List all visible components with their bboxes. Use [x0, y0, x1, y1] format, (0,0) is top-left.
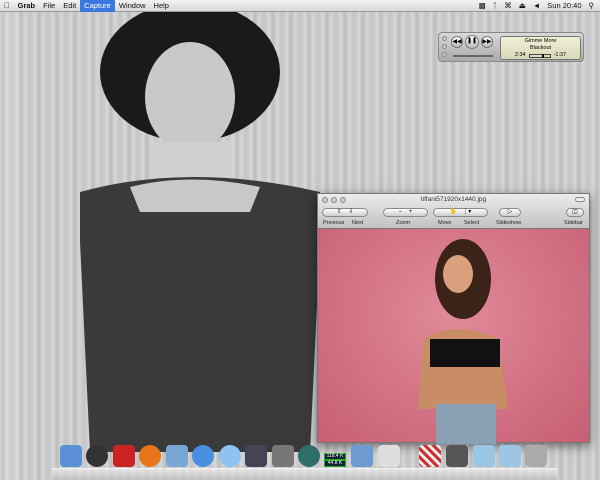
next-label: Next [352, 220, 364, 226]
wifi-icon[interactable]: ⌘ [504, 1, 512, 10]
volume-icon[interactable]: ◄ [533, 1, 540, 10]
pause-button[interactable]: ❚❚ [465, 35, 479, 49]
track-artist: Blackout [529, 45, 552, 51]
image-view[interactable] [318, 229, 589, 444]
rewind-button[interactable]: ◀◀ [451, 36, 463, 48]
track-title: Gimme More [524, 38, 557, 44]
sidebar-label: Sidebar [564, 220, 583, 226]
slideshow-button[interactable]: ▷ [499, 208, 521, 217]
finder-icon[interactable] [60, 445, 82, 467]
menu-app-grab[interactable]: Grab [14, 0, 40, 12]
downloads-folder-icon[interactable] [499, 445, 521, 467]
spotlight-icon[interactable]: ⚲ [589, 1, 595, 10]
photos-stack-icon[interactable] [446, 445, 468, 467]
spaces-icon[interactable] [245, 445, 267, 467]
system-preferences-icon[interactable] [272, 445, 294, 467]
progress-bar[interactable] [528, 53, 551, 58]
menu-window[interactable]: Window [115, 0, 150, 12]
bluetooth-icon[interactable]: ᛏ [493, 1, 498, 10]
dock: 118.4 K 44.8 K [52, 443, 557, 480]
toolbar-toggle-button[interactable] [575, 197, 585, 202]
menu-edit[interactable]: Edit [59, 0, 80, 12]
zoom-buttons[interactable]: − + [383, 208, 428, 217]
lcd-display: Gimme More Blackout 2:34 -1:37 [500, 36, 581, 60]
front-row-icon[interactable] [113, 445, 135, 467]
remaining-time: -1:37 [553, 52, 567, 58]
trash-icon[interactable] [525, 445, 547, 467]
eject-icon[interactable]: ⏏ [519, 1, 526, 10]
mail-icon[interactable] [166, 445, 188, 467]
documents-folder-icon[interactable] [473, 445, 495, 467]
sidebar-button[interactable]: ◫ [566, 208, 584, 217]
elapsed-time: 2:34 [514, 52, 526, 58]
dock-shelf [52, 468, 557, 480]
upload-rate: 118.4 K [324, 453, 346, 460]
forward-button[interactable]: ▶▶ [481, 36, 493, 48]
network-monitor-icon[interactable]: 118.4 K 44.8 K [324, 445, 346, 467]
previous-label: Previous [323, 220, 345, 226]
select-label: Select [464, 220, 480, 226]
volume-slider[interactable] [453, 55, 493, 57]
grab-icon[interactable] [378, 445, 400, 467]
title-bar: tiffani571920x1440.jpg ⇧ ⇩ Previous Next… [318, 194, 589, 229]
iphoto-icon[interactable] [351, 445, 373, 467]
slideshow-label: Slideshow [496, 220, 522, 226]
menu-capture[interactable]: Capture [80, 0, 115, 12]
spaces-icon[interactable]: ▩ [479, 1, 486, 10]
menu-file[interactable]: File [39, 0, 59, 12]
preview-window: tiffani571920x1440.jpg ⇧ ⇩ Previous Next… [317, 193, 590, 444]
itunes-mini-player: ◀◀ ❚❚ ▶▶ Gimme More Blackout 2:34 -1:37 [438, 32, 584, 62]
stack-icon[interactable] [419, 445, 441, 467]
download-rate: 44.8 K [324, 460, 346, 467]
minimize-button[interactable] [442, 44, 447, 49]
menu-help[interactable]: Help [150, 0, 173, 12]
ichat-icon[interactable] [192, 445, 214, 467]
previous-next-buttons[interactable]: ⇧ ⇩ [322, 208, 368, 217]
window-title: tiffani571920x1440.jpg [420, 196, 487, 203]
clock[interactable]: Sun 20:40 [547, 1, 581, 10]
itunes-icon[interactable] [219, 445, 241, 467]
firefox-icon[interactable] [139, 445, 161, 467]
menu-bar:  Grab File Edit Capture Window Help ▩ ᛏ… [0, 0, 600, 12]
zoom-label: Zoom [396, 220, 411, 226]
apple-menu-icon[interactable]:  [0, 0, 14, 12]
zoom-button[interactable] [442, 52, 447, 57]
move-label: Move [438, 220, 452, 226]
dashboard-icon[interactable] [86, 445, 108, 467]
photo [418, 239, 508, 444]
close-button[interactable] [442, 36, 447, 41]
time-machine-icon[interactable] [298, 445, 320, 467]
move-select-buttons[interactable]: ✋ ⋮▾ [433, 208, 488, 217]
